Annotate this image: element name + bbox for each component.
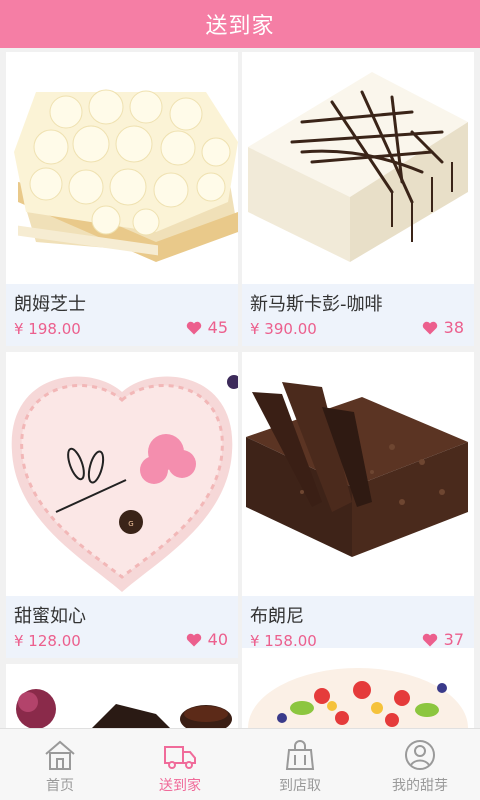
like-count: 37 xyxy=(443,630,464,649)
tab-home[interactable]: 首页 xyxy=(0,729,120,800)
tab-label: 我的甜芽 xyxy=(392,778,448,794)
delivery-truck-icon xyxy=(164,746,196,769)
tab-label: 首页 xyxy=(46,778,74,794)
home-icon xyxy=(45,740,75,770)
tab-label: 到店取 xyxy=(279,778,321,794)
product-card-3[interactable]: G 甜蜜如心 ¥ 128.00 40 xyxy=(6,352,238,658)
like-button[interactable]: 37 xyxy=(422,630,464,649)
heart-icon xyxy=(186,633,201,646)
product-image-3[interactable]: G xyxy=(6,352,238,596)
product-info-2: 新马斯卡彭-咖啡 ¥ 390.00 38 xyxy=(242,284,474,346)
product-price: ¥ 128.00 xyxy=(14,632,81,650)
shopping-bag-icon xyxy=(285,740,315,770)
bottom-tab-bar: 首页 送到家 到店取 我的甜芽 xyxy=(0,728,480,800)
product-card-6[interactable] xyxy=(242,648,474,728)
product-image-2[interactable] xyxy=(242,52,474,284)
svg-text:G: G xyxy=(128,520,133,528)
product-info-1: 朗姆芝士 ¥ 198.00 45 xyxy=(6,284,238,346)
product-card-5[interactable] xyxy=(6,664,238,728)
product-image-6[interactable] xyxy=(242,648,474,728)
like-count: 45 xyxy=(207,318,228,337)
product-name: 朗姆芝士 xyxy=(14,294,86,315)
like-button[interactable]: 38 xyxy=(422,318,464,337)
like-button[interactable]: 40 xyxy=(186,630,228,649)
product-image-1[interactable] xyxy=(6,52,238,284)
like-button[interactable]: 45 xyxy=(186,318,228,337)
product-price: ¥ 390.00 xyxy=(250,320,317,338)
product-image-5[interactable] xyxy=(6,664,238,728)
product-card-4[interactable]: 布朗尼 ¥ 158.00 37 xyxy=(242,352,474,658)
like-count: 38 xyxy=(443,318,464,337)
tab-label: 送到家 xyxy=(159,778,201,794)
user-icon xyxy=(405,740,435,770)
tab-pickup[interactable]: 到店取 xyxy=(240,729,360,800)
product-name: 甜蜜如心 xyxy=(14,606,86,627)
product-info-3: 甜蜜如心 ¥ 128.00 40 xyxy=(6,596,238,658)
page-title: 送到家 xyxy=(205,14,275,39)
product-price: ¥ 198.00 xyxy=(14,320,81,338)
heart-icon xyxy=(186,321,201,334)
heart-icon xyxy=(422,321,437,334)
top-bar: 送到家 xyxy=(0,0,480,48)
tab-delivery[interactable]: 送到家 xyxy=(120,729,240,800)
like-count: 40 xyxy=(207,630,228,649)
heart-icon xyxy=(422,633,437,646)
product-image-4[interactable] xyxy=(242,352,474,596)
tab-profile[interactable]: 我的甜芽 xyxy=(360,729,480,800)
product-grid: 朗姆芝士 ¥ 198.00 45 新马斯卡彭-咖啡 ¥ 390.00 38 G … xyxy=(0,48,480,728)
product-name: 布朗尼 xyxy=(250,606,304,627)
product-card-1[interactable]: 朗姆芝士 ¥ 198.00 45 xyxy=(6,52,238,346)
product-name: 新马斯卡彭-咖啡 xyxy=(250,294,383,315)
product-card-2[interactable]: 新马斯卡彭-咖啡 ¥ 390.00 38 xyxy=(242,52,474,346)
